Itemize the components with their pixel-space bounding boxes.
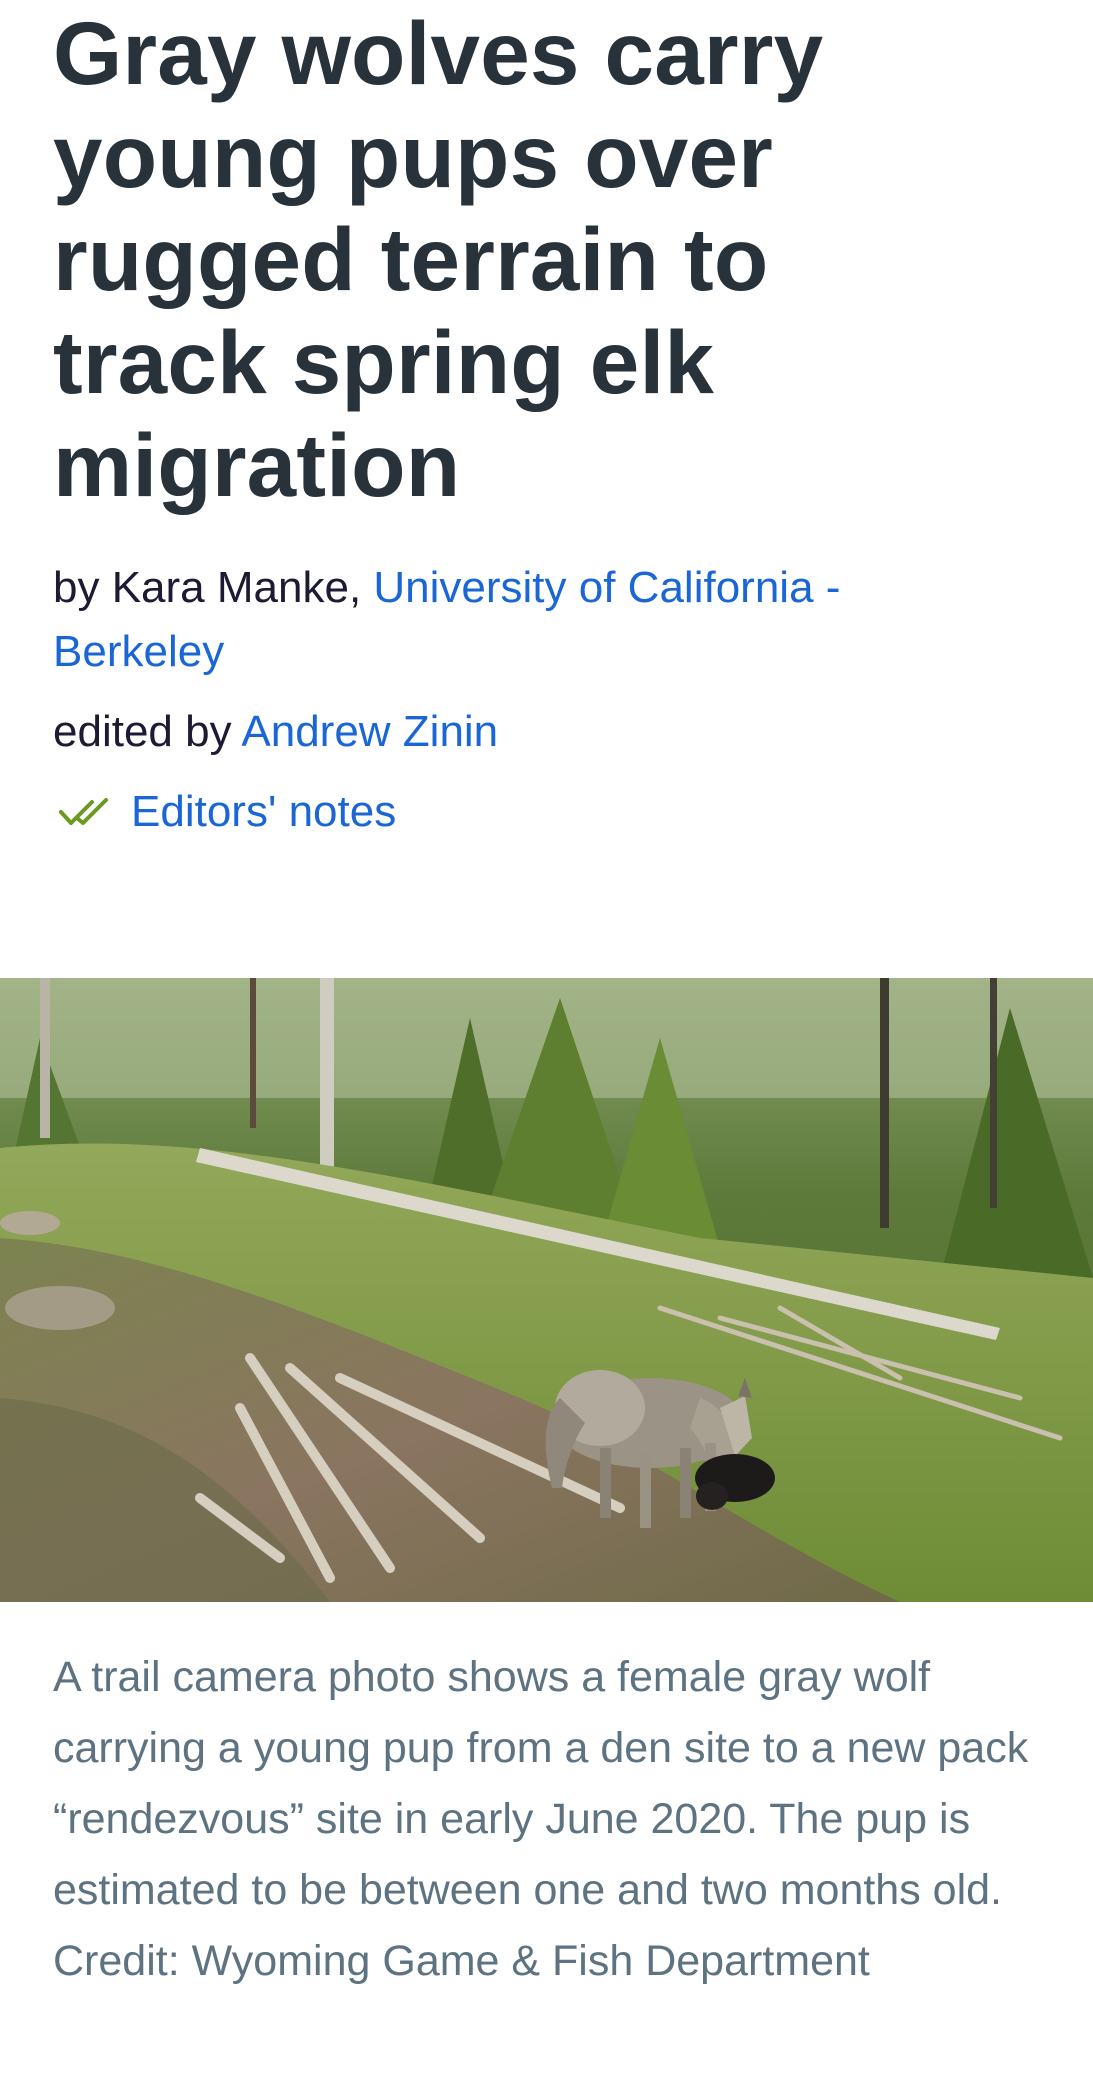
source-link-line1: University of California - bbox=[373, 563, 841, 612]
edited-by: edited by Andrew Zinin bbox=[53, 700, 498, 764]
byline-prefix: by bbox=[53, 563, 112, 612]
editors-notes-link[interactable]: Editors' notes bbox=[131, 787, 396, 837]
double-check-icon bbox=[59, 798, 108, 825]
author-name: Kara Manke bbox=[111, 563, 349, 612]
byline-separator: , bbox=[348, 563, 374, 612]
wolf-photo-image bbox=[0, 978, 1093, 1602]
headline-line: Gray wolves carry bbox=[53, 3, 824, 103]
byline: by Kara Manke, University of California … bbox=[53, 556, 1053, 684]
source-link-line2: Berkeley bbox=[53, 627, 225, 676]
editors-notes[interactable]: Editors' notes bbox=[53, 780, 396, 844]
headline-line: track spring elk bbox=[53, 312, 715, 412]
article-headline: Gray wolves carry young pups over rugged… bbox=[53, 2, 1053, 517]
edited-by-prefix: edited by bbox=[53, 707, 242, 756]
photo-caption: A trail camera photo shows a female gray… bbox=[53, 1653, 1029, 1985]
article-photo bbox=[0, 978, 1093, 1602]
article: Gray wolves carry young pups over rugged… bbox=[0, 0, 1093, 2091]
headline-line: young pups over bbox=[53, 106, 773, 206]
headline-line: rugged terrain to bbox=[53, 209, 769, 309]
editor-link[interactable]: Andrew Zinin bbox=[241, 707, 498, 756]
headline-line: migration bbox=[53, 415, 461, 515]
